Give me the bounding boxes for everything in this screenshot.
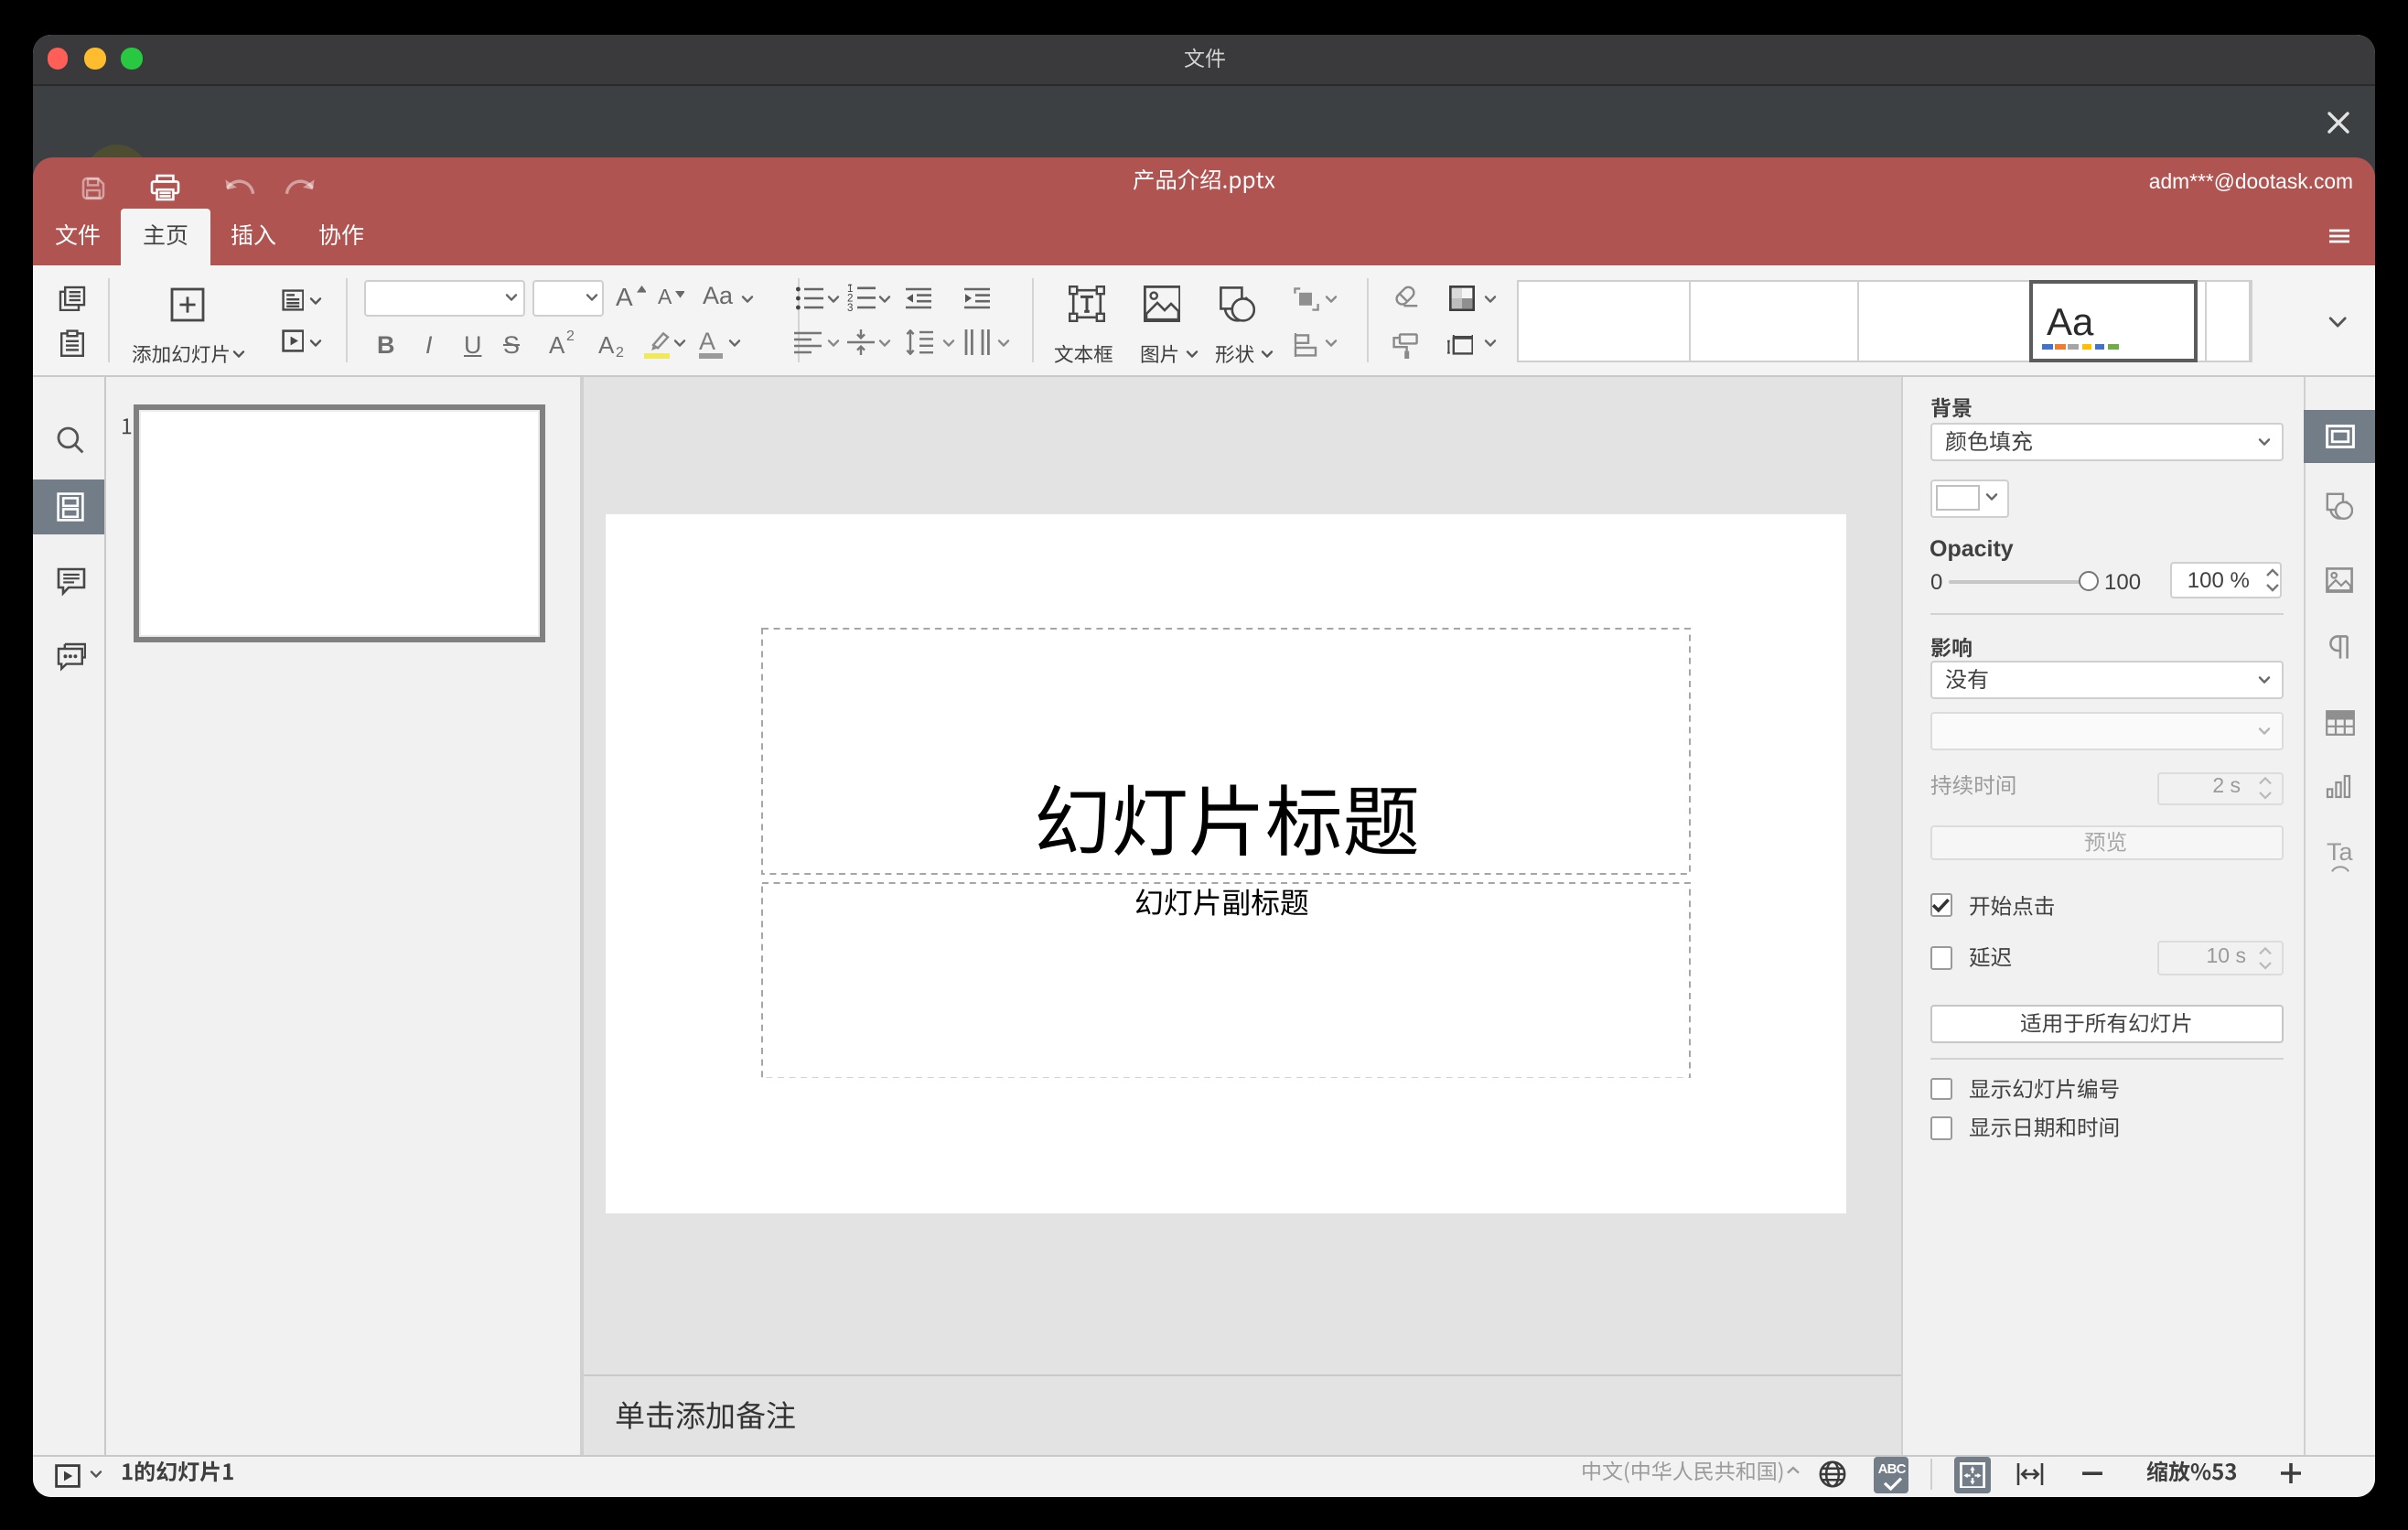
svg-text:3: 3 xyxy=(847,301,853,311)
